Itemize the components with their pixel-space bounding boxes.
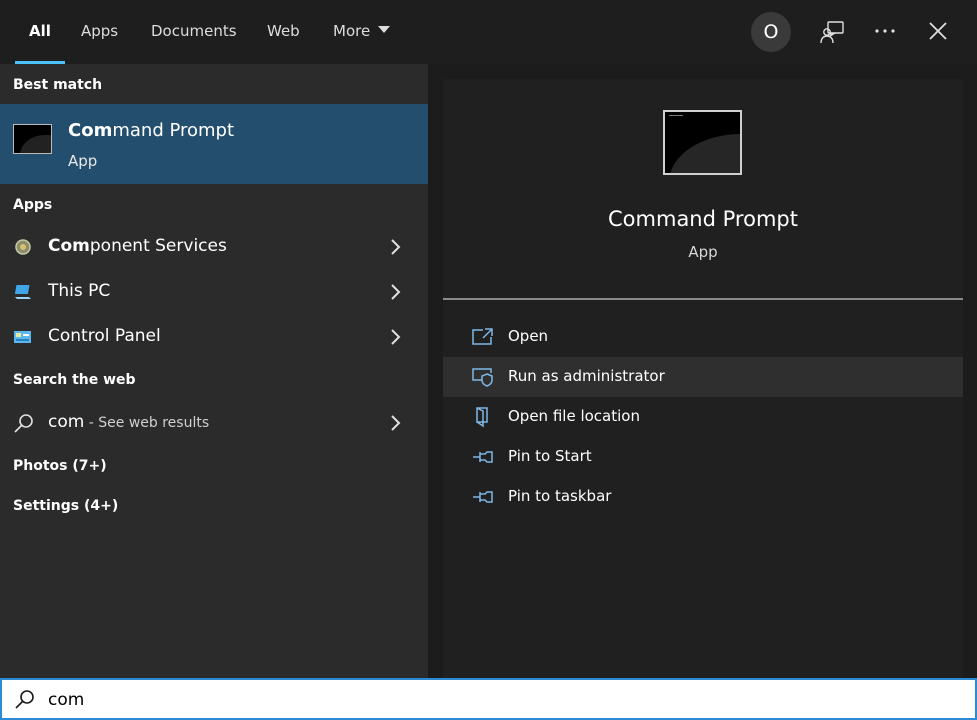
web-search-hint: - See web results [84,415,210,431]
ellipsis-icon[interactable] [870,17,900,47]
chevron-right-icon[interactable] [388,327,404,347]
tab-documents[interactable]: Documents [151,0,237,64]
divider [443,298,963,300]
app-item-label-rest: Control Panel [48,326,161,346]
web-search-query: com [48,412,85,432]
tab-more[interactable]: More [333,0,391,64]
command-prompt-large-icon [663,110,742,175]
component-services-icon [13,237,33,257]
best-match-name-rest: mand Prompt [112,120,235,141]
app-item-label: Component Services [48,236,227,256]
tab-web[interactable]: Web [267,0,300,64]
action-label: Pin to Start [508,447,592,465]
open-icon [471,326,495,348]
action-open[interactable]: Open [443,317,963,357]
search-web-heading: Search the web [13,372,136,388]
web-search-item[interactable]: com - See web results [0,401,428,445]
user-avatar[interactable]: O [751,12,791,52]
action-label: Pin to taskbar [508,487,612,505]
best-match-name-bold: Com [68,120,113,141]
app-item-label: Control Panel [48,326,161,346]
app-item-label-bold: Com [48,236,90,256]
close-icon[interactable] [923,17,953,47]
app-item-this-pc[interactable]: This PC [0,270,428,314]
best-match-heading: Best match [13,77,103,93]
action-pin-to-start[interactable]: Pin to Start [443,437,963,477]
chevron-right-icon[interactable] [388,413,404,433]
search-input[interactable] [48,685,928,715]
action-label: Open [508,327,549,345]
tab-apps[interactable]: Apps [81,0,118,64]
chevron-down-icon [378,26,391,33]
tab-all[interactable]: All [15,0,65,64]
this-pc-icon [13,282,33,302]
search-tabs-bar: All Apps Documents Web More O [0,0,977,64]
best-match-name: Command Prompt [68,120,234,141]
chevron-right-icon[interactable] [388,237,404,257]
tab-more-label: More [333,22,371,40]
pin-icon [471,486,495,508]
search-icon [14,689,36,711]
best-match-type: App [68,152,98,170]
preview-title: Command Prompt [608,207,798,231]
search-box[interactable] [0,678,977,720]
app-item-label-rest: ponent Services [89,236,227,256]
feedback-icon[interactable] [818,17,848,47]
app-item-control-panel[interactable]: Control Panel [0,315,428,359]
app-item-label: This PC [48,281,110,301]
action-label: Run as administrator [508,367,665,385]
results-panel: Best match Command Prompt App Apps Compo… [0,64,428,678]
web-search-label: com - See web results [48,412,209,432]
chevron-right-icon[interactable] [388,282,404,302]
shield-admin-icon [471,366,495,388]
photos-category[interactable]: Photos (7+) [13,458,107,474]
app-item-label-rest: This PC [48,281,111,301]
command-prompt-icon [13,124,52,154]
preview-type: App [688,243,718,261]
app-item-component-services[interactable]: Component Services [0,225,428,269]
settings-category[interactable]: Settings (4+) [13,498,118,514]
pin-icon [471,446,495,468]
action-pin-to-taskbar[interactable]: Pin to taskbar [443,477,963,517]
search-icon [13,413,33,433]
action-label: Open file location [508,407,640,425]
control-panel-icon [13,327,33,347]
apps-heading: Apps [13,197,53,213]
action-run-as-administrator[interactable]: Run as administrator [443,357,963,397]
best-match-item[interactable]: Command Prompt App [0,104,428,184]
folder-location-icon [471,406,495,428]
action-open-file-location[interactable]: Open file location [443,397,963,437]
